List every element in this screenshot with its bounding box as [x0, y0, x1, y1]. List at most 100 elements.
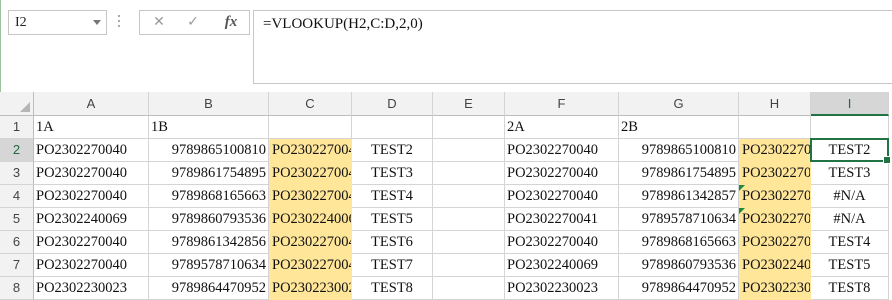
cell-G4[interactable]: 9789861342857: [619, 185, 739, 208]
cell-B2[interactable]: 9789865100810: [149, 139, 269, 162]
cell-A3[interactable]: PO2302270040: [34, 162, 149, 185]
row-header-5[interactable]: 5: [0, 208, 34, 231]
cell-E4[interactable]: [433, 185, 505, 208]
cell-H5[interactable]: PO2302270041: [739, 208, 811, 231]
cell-F3[interactable]: PO2302270040: [505, 162, 619, 185]
row-header-8[interactable]: 8: [0, 277, 34, 300]
cell-E7[interactable]: [433, 254, 505, 277]
row-header-6[interactable]: 6: [0, 231, 34, 254]
cell-B8[interactable]: 9789864470952: [149, 277, 269, 300]
cell-C1[interactable]: [269, 116, 352, 139]
column-header-B[interactable]: B: [149, 92, 269, 116]
cell-D7[interactable]: TEST7: [352, 254, 433, 277]
cell-B7[interactable]: 9789578710634: [149, 254, 269, 277]
column-header-C[interactable]: C: [269, 92, 352, 116]
cell-H3[interactable]: PO2302270040: [739, 162, 811, 185]
row-header-3[interactable]: 3: [0, 162, 34, 185]
cell-G6[interactable]: 9789868165663: [619, 231, 739, 254]
cell-H4[interactable]: PO2302270040: [739, 185, 811, 208]
chevron-down-icon[interactable]: [93, 20, 101, 25]
cell-I6[interactable]: TEST4: [811, 231, 889, 254]
cell-F6[interactable]: PO2302270040: [505, 231, 619, 254]
cell-A5[interactable]: PO2302240069: [34, 208, 149, 231]
name-box-value[interactable]: I2: [15, 15, 27, 31]
column-header-E[interactable]: E: [433, 92, 505, 116]
column-header-I[interactable]: I: [811, 92, 889, 116]
column-header-D[interactable]: D: [352, 92, 433, 116]
drag-handle-icon[interactable]: [118, 15, 121, 31]
cell-E3[interactable]: [433, 162, 505, 185]
cell-H8[interactable]: PO2302230023: [739, 277, 811, 300]
cell-F5[interactable]: PO2302270041: [505, 208, 619, 231]
cell-E8[interactable]: [433, 277, 505, 300]
cell-D2[interactable]: TEST2: [352, 139, 433, 162]
formula-input[interactable]: =VLOOKUP(H2,C:D,2,0): [253, 10, 892, 84]
cell-G8[interactable]: 9789864470952: [619, 277, 739, 300]
cell-B1[interactable]: 1B: [149, 116, 269, 139]
cell-G7[interactable]: 9789860793536: [619, 254, 739, 277]
cell-G5[interactable]: 9789578710634: [619, 208, 739, 231]
error-indicator-icon[interactable]: [739, 208, 745, 214]
cell-A6[interactable]: PO2302270040: [34, 231, 149, 254]
cell-C5[interactable]: PO2302240069: [269, 208, 352, 231]
cell-G1[interactable]: 2B: [619, 116, 739, 139]
cell-F8[interactable]: PO2302230023: [505, 277, 619, 300]
cell-G3[interactable]: 9789861754895: [619, 162, 739, 185]
check-icon[interactable]: ✓: [178, 11, 208, 34]
cell-F7[interactable]: PO2302240069: [505, 254, 619, 277]
cell-A4[interactable]: PO2302270040: [34, 185, 149, 208]
cell-I8[interactable]: TEST8: [811, 277, 889, 300]
cell-B4[interactable]: 9789868165663: [149, 185, 269, 208]
row-header-7[interactable]: 7: [0, 254, 34, 277]
cell-A2[interactable]: PO2302270040: [34, 139, 149, 162]
cell-D6[interactable]: TEST6: [352, 231, 433, 254]
column-header-F[interactable]: F: [505, 92, 619, 116]
cell-F4[interactable]: PO2302270040: [505, 185, 619, 208]
close-icon[interactable]: ✕: [144, 11, 174, 34]
cell-I2[interactable]: TEST2: [811, 139, 889, 162]
column-header-H[interactable]: H: [739, 92, 811, 116]
cell-A1[interactable]: 1A: [34, 116, 149, 139]
select-all-button[interactable]: [0, 92, 34, 116]
cell-I5[interactable]: #N/A: [811, 208, 889, 231]
cell-C4[interactable]: PO2302270040: [269, 185, 352, 208]
cell-A7[interactable]: PO2302270040: [34, 254, 149, 277]
cell-I1[interactable]: [811, 116, 889, 139]
cell-H7[interactable]: PO2302240069: [739, 254, 811, 277]
cell-E2[interactable]: [433, 139, 505, 162]
cell-B6[interactable]: 9789861342856: [149, 231, 269, 254]
cell-C3[interactable]: PO2302270040: [269, 162, 352, 185]
row-header-1[interactable]: 1: [0, 116, 34, 139]
cell-D8[interactable]: TEST8: [352, 277, 433, 300]
cell-D3[interactable]: TEST3: [352, 162, 433, 185]
column-header-G[interactable]: G: [619, 92, 739, 116]
cell-D1[interactable]: [352, 116, 433, 139]
cell-C8[interactable]: PO2302230023: [269, 277, 352, 300]
error-indicator-icon[interactable]: [739, 185, 745, 191]
cell-C6[interactable]: PO2302270040: [269, 231, 352, 254]
cell-C2[interactable]: PO2302270040: [269, 139, 352, 162]
cell-H6[interactable]: PO2302270040: [739, 231, 811, 254]
cell-B3[interactable]: 9789861754895: [149, 162, 269, 185]
column-header-A[interactable]: A: [34, 92, 149, 116]
cell-B5[interactable]: 9789860793536: [149, 208, 269, 231]
cell-E6[interactable]: [433, 231, 505, 254]
cell-I3[interactable]: TEST3: [811, 162, 889, 185]
cell-I7[interactable]: TEST5: [811, 254, 889, 277]
cell-H1[interactable]: [739, 116, 811, 139]
cell-D4[interactable]: TEST4: [352, 185, 433, 208]
cell-I4[interactable]: #N/A: [811, 185, 889, 208]
cell-F2[interactable]: PO2302270040: [505, 139, 619, 162]
cell-E1[interactable]: [433, 116, 505, 139]
cell-E5[interactable]: [433, 208, 505, 231]
cell-C7[interactable]: PO2302270040: [269, 254, 352, 277]
cell-G2[interactable]: 9789865100810: [619, 139, 739, 162]
cell-H2[interactable]: PO2302270040: [739, 139, 811, 162]
cell-F1[interactable]: 2A: [505, 116, 619, 139]
row-header-2[interactable]: 2: [0, 139, 34, 162]
cell-A8[interactable]: PO2302230023: [34, 277, 149, 300]
insert-function-button[interactable]: fx: [216, 11, 246, 34]
cell-D5[interactable]: TEST5: [352, 208, 433, 231]
formula-text[interactable]: =VLOOKUP(H2,C:D,2,0): [263, 16, 423, 33]
row-header-4[interactable]: 4: [0, 185, 34, 208]
